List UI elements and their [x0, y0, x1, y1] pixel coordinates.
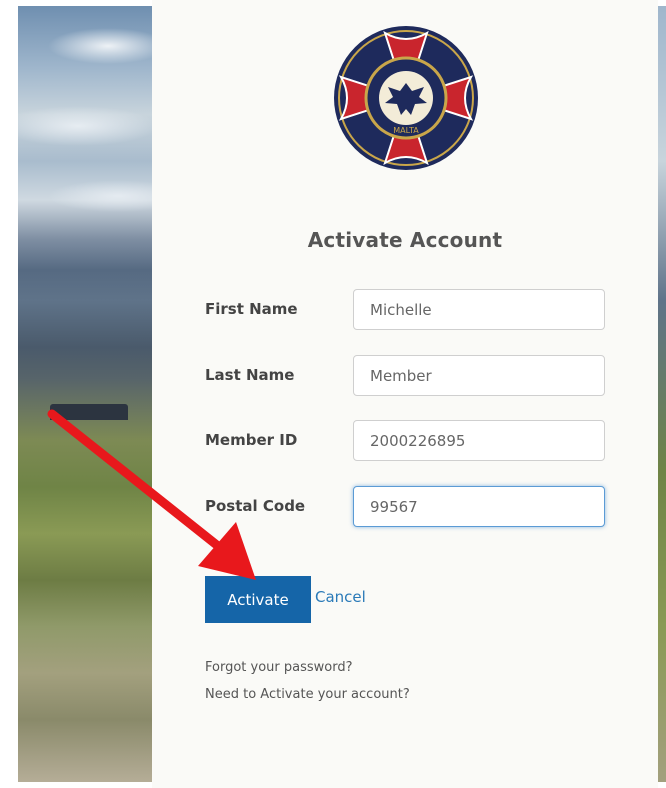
activate-account-link[interactable]: Need to Activate your account?: [205, 687, 410, 702]
farmhouse-silhouette: [50, 404, 128, 420]
page-title: Activate Account: [307, 228, 503, 252]
forgot-password-link[interactable]: Forgot your password?: [205, 660, 353, 675]
postal-code-field[interactable]: [353, 486, 605, 527]
first-name-field[interactable]: [353, 289, 605, 330]
first-name-label: First Name: [205, 300, 298, 318]
cancel-link[interactable]: Cancel: [315, 588, 366, 606]
member-id-label: Member ID: [205, 431, 298, 449]
last-name-label: Last Name: [205, 366, 295, 384]
logo-text: MALTA: [393, 126, 419, 135]
organization-seal-icon: MALTA: [334, 26, 478, 170]
member-id-field[interactable]: [353, 420, 605, 461]
activate-button[interactable]: Activate: [205, 576, 311, 623]
postal-code-label: Postal Code: [205, 497, 306, 515]
last-name-field[interactable]: [353, 355, 605, 396]
background-landscape-edge: [658, 6, 666, 782]
